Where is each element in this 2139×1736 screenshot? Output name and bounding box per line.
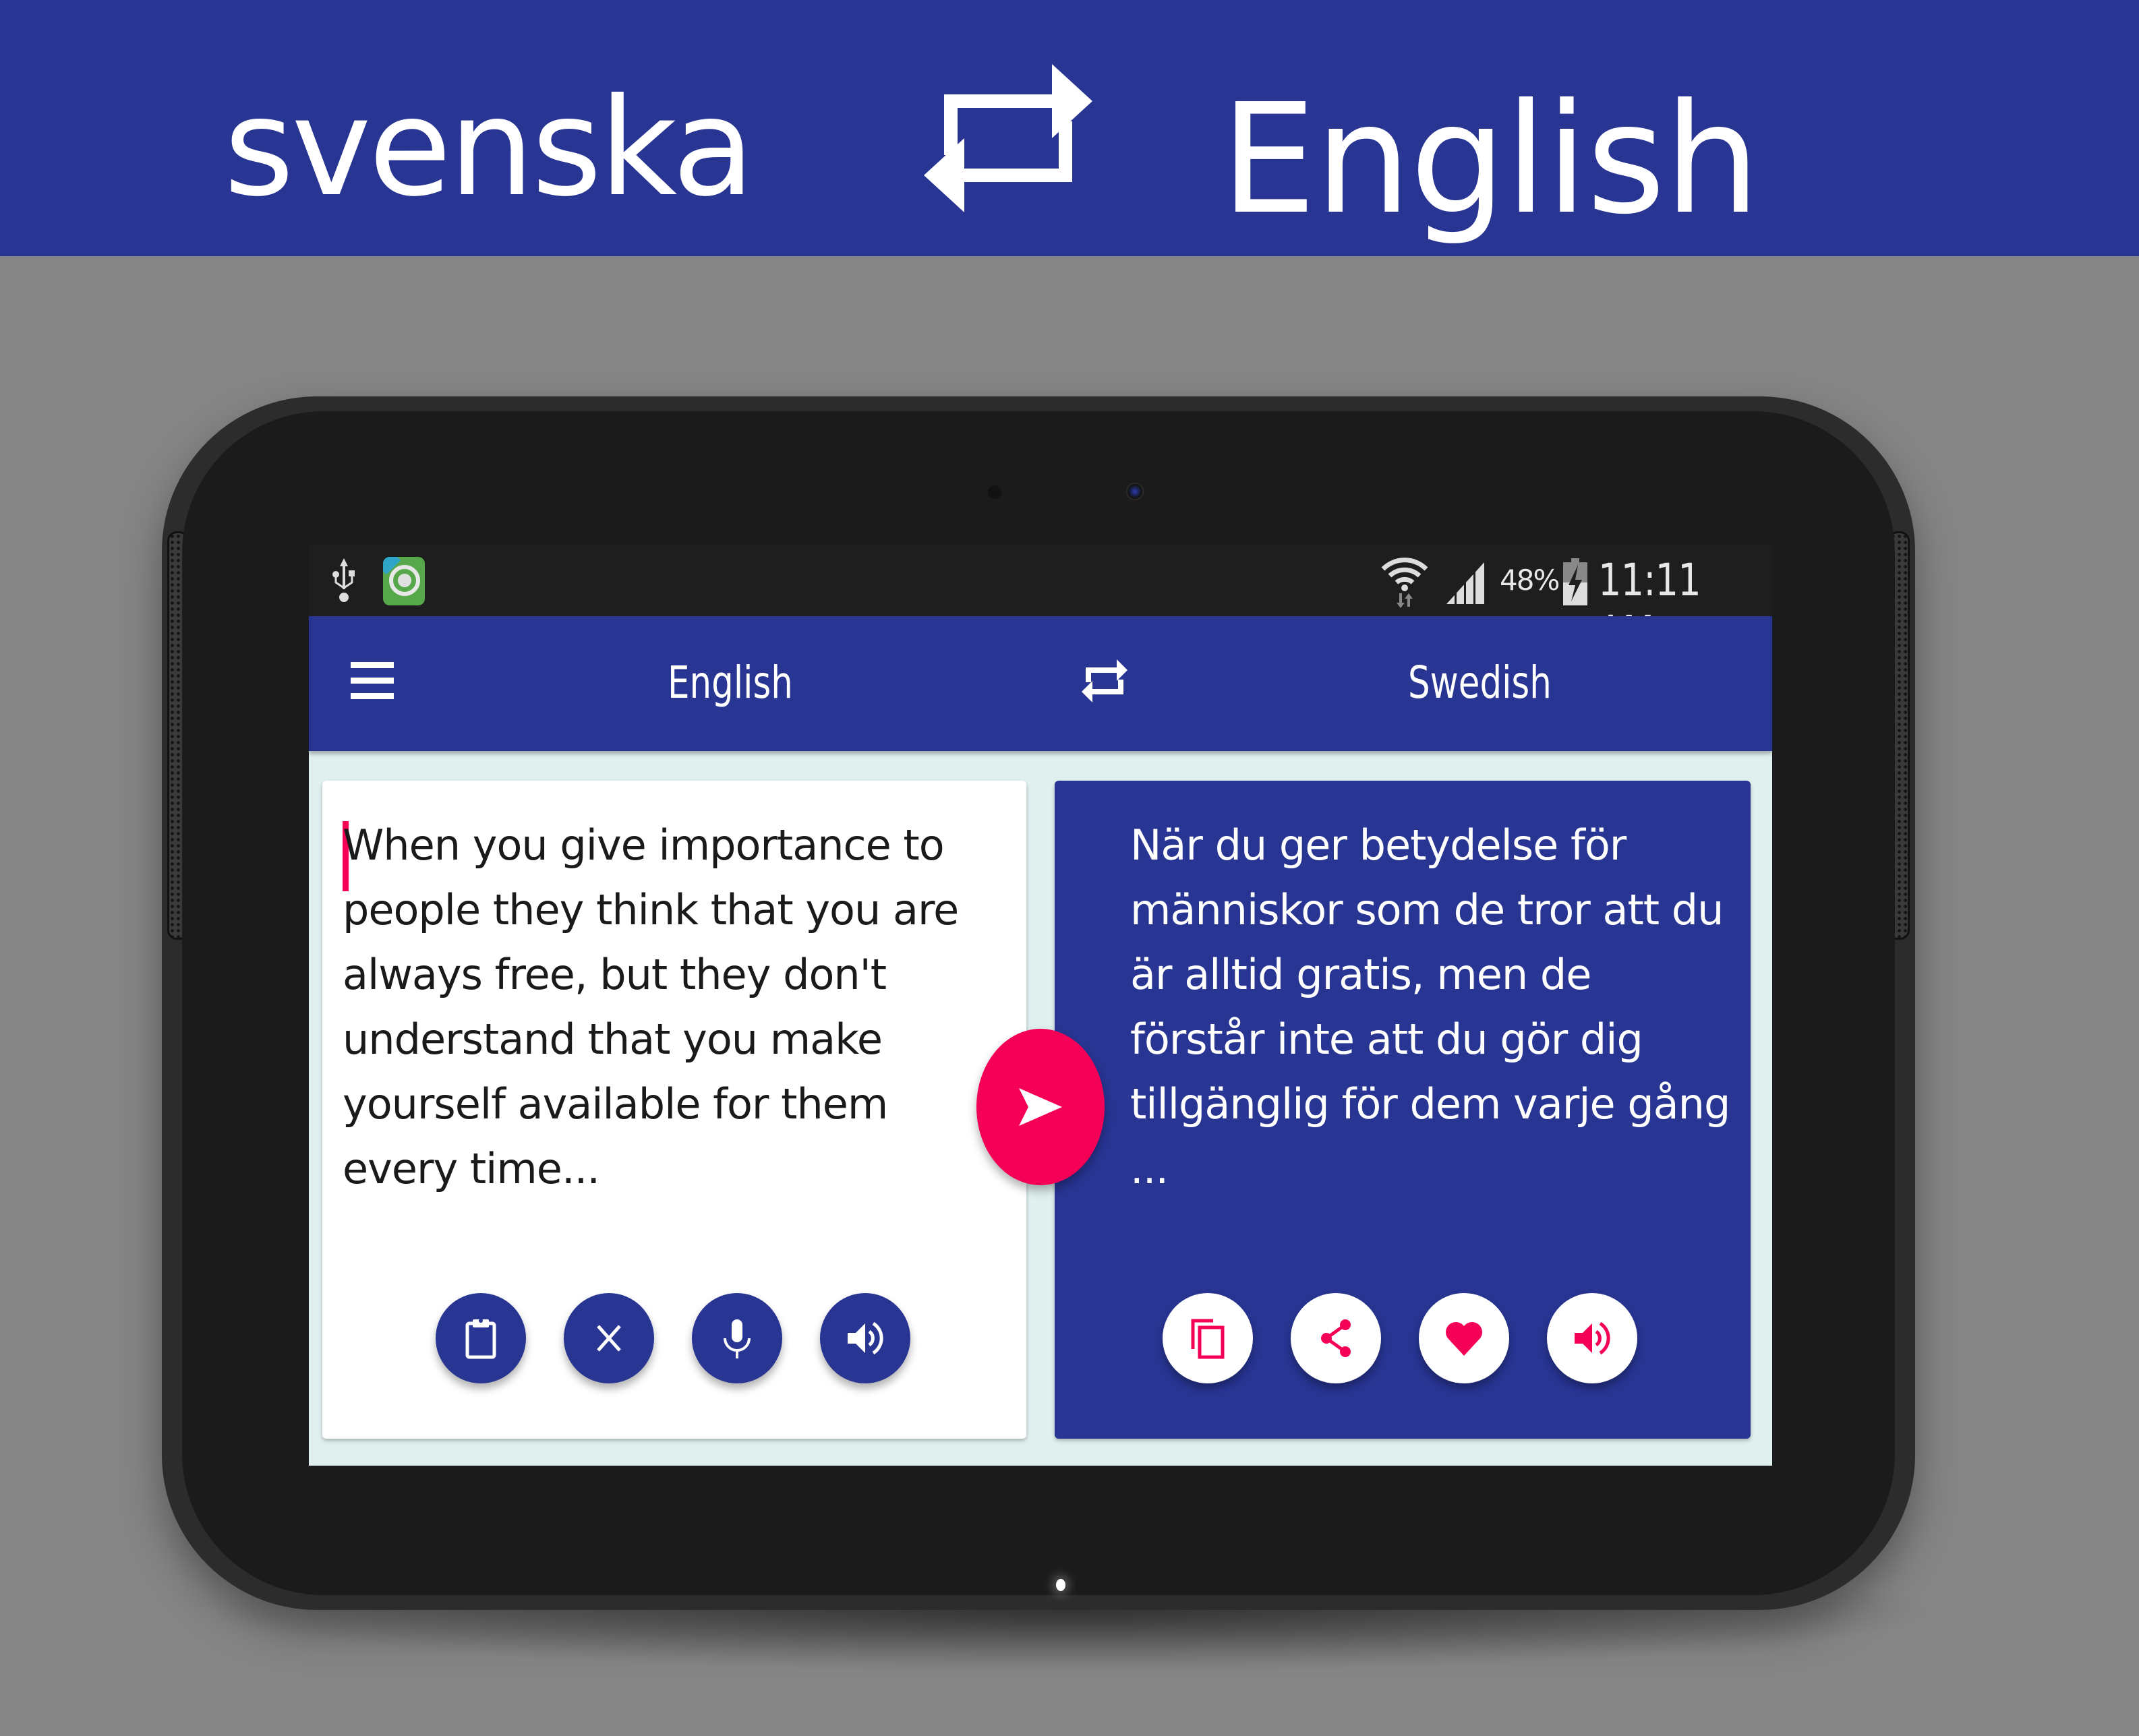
swap-arrows-icon — [917, 54, 1099, 222]
copy-button[interactable] — [1163, 1293, 1253, 1383]
wifi-icon — [1378, 554, 1432, 608]
battery-charging-icon — [1563, 558, 1587, 605]
battery-percent: 48% — [1500, 564, 1560, 597]
close-icon — [597, 1325, 621, 1352]
translated-text: När du ger betydelse för människor som d… — [1130, 820, 1730, 1193]
input-actions — [436, 1293, 910, 1383]
proximity-sensor — [988, 485, 1001, 499]
microphone-icon — [724, 1319, 751, 1358]
voice-input-button[interactable] — [692, 1293, 782, 1383]
app-notification-icon — [383, 557, 425, 605]
app-toolbar: English Swedish — [309, 616, 1772, 751]
output-actions — [1163, 1293, 1637, 1383]
speaker-icon — [1575, 1321, 1610, 1355]
favorite-button[interactable] — [1419, 1293, 1509, 1383]
home-indicator[interactable] — [1056, 1579, 1065, 1591]
swap-languages-button[interactable] — [1078, 654, 1132, 708]
promo-banner: svenska English — [0, 0, 2139, 256]
clear-button[interactable] — [564, 1293, 654, 1383]
target-language-selector[interactable]: Swedish — [1408, 657, 1552, 709]
front-camera — [1126, 483, 1144, 500]
speaker-icon — [848, 1321, 883, 1355]
banner-source-language: svenska — [224, 69, 755, 227]
translate-button[interactable] — [976, 1029, 1105, 1185]
app-screen: 48% 11:11 AM English Swedish When you gi — [309, 545, 1772, 1466]
status-bar: 48% 11:11 AM — [309, 545, 1772, 658]
usb-icon — [330, 557, 357, 604]
source-text-input[interactable]: When you give importance to people they … — [343, 813, 1010, 1201]
cell-signal-icon — [1445, 562, 1486, 604]
share-button[interactable] — [1291, 1293, 1381, 1383]
swap-arrows-icon — [1082, 659, 1127, 702]
source-language-selector[interactable]: English — [668, 657, 793, 709]
paste-button[interactable] — [436, 1293, 526, 1383]
send-icon — [1019, 1088, 1062, 1126]
input-card: When you give importance to people they … — [322, 781, 1026, 1439]
clipboard-icon — [465, 1319, 496, 1359]
banner-target-language: English — [1221, 71, 1760, 248]
speak-source-button[interactable] — [820, 1293, 910, 1383]
speak-translation-button[interactable] — [1547, 1293, 1637, 1383]
copy-icon — [1191, 1319, 1225, 1359]
heart-icon — [1446, 1322, 1482, 1356]
hamburger-menu-icon[interactable] — [351, 662, 394, 700]
share-icon — [1321, 1319, 1351, 1357]
output-card: När du ger betydelse för människor som d… — [1055, 781, 1751, 1439]
